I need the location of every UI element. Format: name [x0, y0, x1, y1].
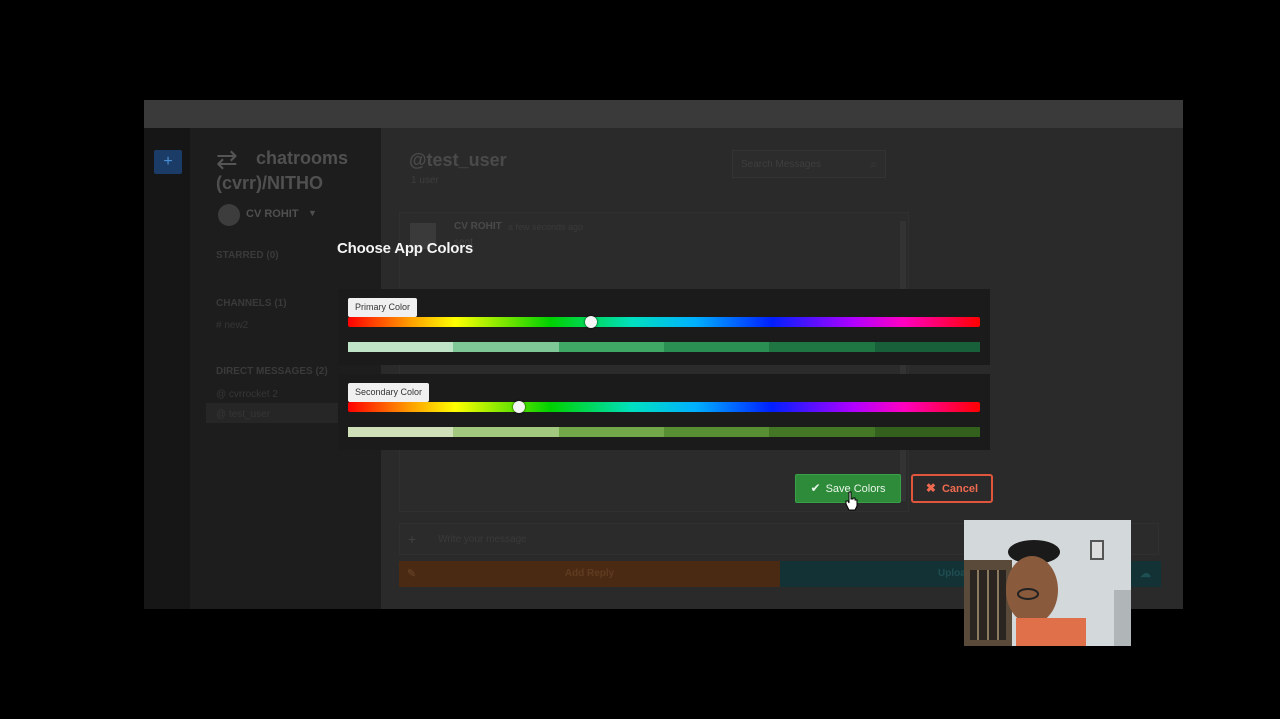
- message-time: a few seconds ago: [508, 222, 584, 232]
- plus-icon[interactable]: +: [408, 531, 416, 547]
- user-name[interactable]: CV ROHIT: [246, 208, 299, 220]
- channels-header: CHANNELS (1): [216, 298, 287, 309]
- sidebar: ⇄ chatrooms (cvrr)/NITHO CV ROHIT ▼ STAR…: [190, 128, 381, 609]
- cloud-upload-icon: ☁: [1140, 568, 1151, 580]
- primary-swatch-row: [348, 342, 980, 352]
- cancel-button[interactable]: ✖ Cancel: [911, 474, 993, 503]
- edit-icon: ✎: [407, 568, 417, 580]
- avatar[interactable]: [218, 204, 240, 226]
- member-count: 1 user: [411, 175, 439, 186]
- color-swatch[interactable]: [769, 427, 875, 437]
- color-swatch[interactable]: [558, 342, 664, 352]
- search-input[interactable]: Search Messages ⌕: [732, 150, 886, 178]
- sidebar-item-dm[interactable]: @ cvrrocket 2: [216, 389, 278, 400]
- primary-color-label: Primary Color: [348, 298, 418, 317]
- direct-messages-header: DIRECT MESSAGES (2): [216, 366, 328, 377]
- check-icon: ✔: [810, 481, 821, 495]
- secondary-color-label: Secondary Color: [348, 383, 430, 402]
- color-swatch[interactable]: [874, 427, 980, 437]
- secondary-color-picker: Secondary Color: [338, 374, 990, 450]
- team-name: chatrooms (cvrr)/NITHO: [216, 148, 349, 193]
- add-reply-label: Add Reply: [564, 568, 615, 579]
- primary-color-picker: Primary Color: [338, 289, 990, 365]
- modal-title: Choose App Colors: [337, 240, 474, 257]
- x-icon: ✖: [925, 481, 936, 495]
- message-placeholder: Write your message: [438, 534, 527, 545]
- secondary-hue-handle[interactable]: [512, 401, 525, 413]
- color-swatch[interactable]: [453, 342, 559, 352]
- chevron-down-icon[interactable]: ▼: [308, 208, 317, 218]
- webcam-image: [964, 520, 1131, 646]
- primary-hue-slider[interactable]: [348, 316, 980, 328]
- secondary-hue-slider[interactable]: [348, 401, 980, 413]
- sidebar-item-dm-active[interactable]: @ test_user: [216, 409, 270, 420]
- search-placeholder: Search Messages: [741, 159, 822, 170]
- starred-header: STARRED (0): [216, 250, 279, 261]
- secondary-swatch-row: [348, 427, 980, 437]
- message-author: CV ROHIT: [454, 221, 502, 232]
- team-rail: +: [144, 128, 190, 609]
- color-swatch[interactable]: [558, 427, 664, 437]
- primary-hue-handle[interactable]: [585, 316, 598, 328]
- color-swatch[interactable]: [874, 342, 980, 352]
- add-team-button[interactable]: +: [154, 150, 182, 174]
- sidebar-item-channel[interactable]: # new2: [216, 320, 248, 331]
- color-swatch[interactable]: [663, 427, 770, 437]
- color-swatch[interactable]: [453, 427, 559, 437]
- browser-bar: [144, 100, 1183, 128]
- page-title: @test_user: [409, 150, 507, 170]
- screen: + ⇄ chatrooms (cvrr)/NITHO CV ROHIT ▼ ST…: [0, 0, 1280, 719]
- webcam-overlay: [964, 520, 1131, 646]
- hand-cursor-icon: [845, 491, 858, 511]
- color-swatch[interactable]: [663, 342, 770, 352]
- cancel-label: Cancel: [941, 483, 979, 495]
- color-swatch[interactable]: [348, 342, 454, 352]
- search-icon[interactable]: ⌕: [870, 157, 877, 172]
- color-swatch[interactable]: [348, 427, 454, 437]
- add-reply-button[interactable]: ✎ Add Reply: [399, 561, 780, 587]
- color-swatch[interactable]: [769, 342, 875, 352]
